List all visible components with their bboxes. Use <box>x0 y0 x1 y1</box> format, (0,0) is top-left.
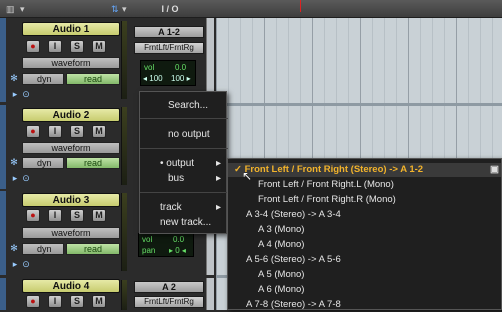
record-enable-button[interactable]: ● <box>26 209 40 222</box>
track-status-icon: ▸ <box>12 89 18 99</box>
snowflake-icon[interactable]: ✻ <box>9 157 19 167</box>
submenu-arrow-icon: ▸ <box>216 202 222 213</box>
level-meter <box>121 280 127 310</box>
submenu-item[interactable]: A 6 (Mono) <box>228 283 501 297</box>
level-meter <box>121 107 127 185</box>
track-view-selector[interactable]: waveform <box>22 227 120 239</box>
volume-pan-readout[interactable]: vol 0.0 ◂ 100 100 ▸ <box>140 60 196 86</box>
track-view-selector[interactable]: waveform <box>22 142 120 154</box>
dyn-button[interactable]: dyn <box>22 243 64 255</box>
submenu-arrow-icon: ▸ <box>216 173 222 184</box>
submenu-item[interactable]: A 4 (Mono) <box>228 238 501 252</box>
menu-separator <box>140 148 228 149</box>
menu-item-bus-label: bus <box>168 173 185 184</box>
submenu-item[interactable]: A 3 (Mono) <box>228 223 501 237</box>
track-scrollbar[interactable] <box>206 18 214 102</box>
track-divider <box>216 103 502 106</box>
output-popup-menu: Search... no output • output ▸ bus ▸ tra… <box>139 91 228 234</box>
menu-separator <box>140 192 228 193</box>
submenu-arrow-icon: ▸ <box>216 158 222 169</box>
submenu-item[interactable]: A 5 (Mono) <box>228 268 501 282</box>
track-color-strip <box>0 105 6 189</box>
playlist-icon[interactable]: ⊙ <box>21 89 31 99</box>
track-color-strip <box>0 18 6 102</box>
record-enable-button[interactable]: ● <box>26 125 40 138</box>
input-monitor-button[interactable]: I <box>48 125 62 138</box>
track-color-strip <box>0 191 6 275</box>
vol-label: vol <box>144 63 155 72</box>
input-monitor-button[interactable]: I <box>48 295 62 308</box>
input-selector[interactable]: A 2 <box>134 281 204 293</box>
vol-value[interactable]: 0.0 <box>175 63 186 73</box>
track-status-icon: ▸ <box>12 173 18 183</box>
track-name[interactable]: Audio 4 <box>22 279 120 293</box>
menu-item-bus[interactable]: bus ▸ <box>140 171 228 186</box>
submenu-item[interactable]: A 3-4 (Stereo) -> A 3-4 <box>228 208 501 222</box>
track-color-strip <box>0 278 6 310</box>
output-submenu: ✓ Front Left / Front Right (Stereo) -> A… <box>227 158 502 310</box>
level-meter <box>121 21 127 99</box>
submenu-item[interactable]: A 5-6 (Stereo) -> A 5-6 <box>228 253 501 267</box>
track-name[interactable]: Audio 2 <box>22 108 120 122</box>
pan-right-value[interactable]: 100 ▸ <box>171 74 191 84</box>
solo-button[interactable]: S <box>70 125 84 138</box>
vol-value[interactable]: 0.0 <box>173 235 184 245</box>
playhead-marker[interactable] <box>300 0 301 12</box>
solo-button[interactable]: S <box>70 209 84 222</box>
input-monitor-button[interactable]: I <box>48 209 62 222</box>
submenu-item-label: Front Left / Front Right (Stereo) -> A 1… <box>244 164 424 175</box>
mute-button[interactable]: M <box>92 125 106 138</box>
submenu-item[interactable]: Front Left / Front Right.L (Mono) <box>228 178 501 192</box>
playlist-icon[interactable]: ⊙ <box>21 173 31 183</box>
mute-button[interactable]: M <box>92 295 106 308</box>
pan-value[interactable]: ▸ 0 ◂ <box>169 246 186 256</box>
output-selector[interactable]: FrntLft/FrntRg <box>134 296 204 308</box>
menu-item-no-output[interactable]: no output <box>140 127 228 142</box>
submenu-item[interactable]: Front Left / Front Right.R (Mono) <box>228 193 501 207</box>
menu-separator <box>140 118 228 119</box>
automation-mode-selector[interactable]: read <box>66 157 120 169</box>
io-column-header: I / O <box>161 4 179 14</box>
dyn-button[interactable]: dyn <box>22 157 64 169</box>
lock-icon: ▣ <box>490 164 499 175</box>
edit-window-header <box>0 0 502 18</box>
solo-button[interactable]: S <box>70 295 84 308</box>
input-monitor-button[interactable]: I <box>48 40 62 53</box>
record-enable-button[interactable]: ● <box>26 295 40 308</box>
menu-item-track[interactable]: track ▸ <box>140 200 228 215</box>
menu-item-track-label: track <box>160 202 182 213</box>
track-scrollbar[interactable] <box>206 278 214 310</box>
input-selector[interactable]: A 1-2 <box>134 26 204 38</box>
pan-left-value[interactable]: ◂ 100 <box>143 74 163 84</box>
dyn-button[interactable]: dyn <box>22 73 64 85</box>
track-list-icon[interactable]: ▥ <box>6 3 18 15</box>
track-status-icon: ▸ <box>12 259 18 269</box>
automation-mode-selector[interactable]: read <box>66 243 120 255</box>
pan-label: pan <box>142 246 156 255</box>
chevron-down-icon[interactable]: ▾ <box>20 3 30 15</box>
solo-button[interactable]: S <box>70 40 84 53</box>
track-view-selector[interactable]: waveform <box>22 57 120 69</box>
track-name[interactable]: Audio 3 <box>22 193 120 207</box>
volume-pan-readout[interactable]: vol 0.0 pan ▸ 0 ◂ <box>138 233 194 257</box>
menu-item-output-label: output <box>166 158 195 169</box>
vol-label: vol <box>142 235 153 244</box>
playlist-icon[interactable]: ⊙ <box>21 259 31 269</box>
output-selector[interactable]: FrntLft/FrntRg <box>134 42 204 54</box>
mute-button[interactable]: M <box>92 40 106 53</box>
sync-icon[interactable]: ⇅ <box>111 3 121 15</box>
mouse-cursor-icon: ↖ <box>242 169 253 183</box>
level-meter <box>121 193 127 271</box>
menu-item-output[interactable]: • output ▸ <box>140 156 228 171</box>
menu-item-search[interactable]: Search... <box>140 98 228 113</box>
submenu-item-selected[interactable]: ✓ Front Left / Front Right (Stereo) -> A… <box>228 163 501 177</box>
snowflake-icon[interactable]: ✻ <box>9 243 19 253</box>
automation-mode-selector[interactable]: read <box>66 73 120 85</box>
menu-item-new-track[interactable]: new track... <box>140 215 228 230</box>
mute-button[interactable]: M <box>92 209 106 222</box>
record-enable-button[interactable]: ● <box>26 40 40 53</box>
snowflake-icon[interactable]: ✻ <box>9 73 19 83</box>
track-name[interactable]: Audio 1 <box>22 22 120 36</box>
